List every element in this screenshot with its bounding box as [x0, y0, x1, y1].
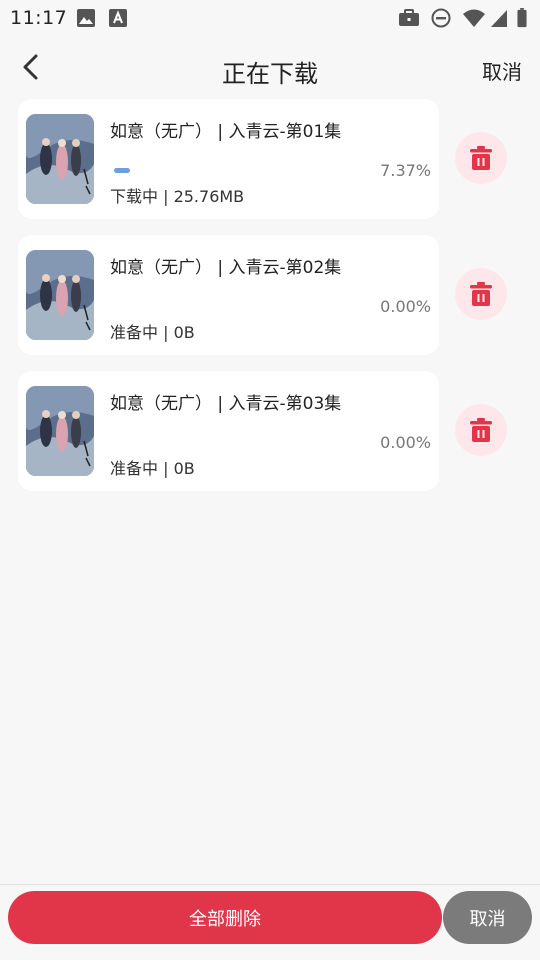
download-percent: 0.00% [380, 297, 431, 316]
trash-icon [470, 282, 492, 306]
episode-thumbnail [26, 114, 94, 204]
do-not-disturb-icon [431, 8, 451, 28]
app-header: 正在下载 取消 [0, 40, 540, 100]
battery-icon [517, 8, 527, 28]
back-button[interactable] [14, 50, 50, 86]
download-item: 如意（无广） | 入青云-第03集 0.00% 准备中 | 0B [18, 371, 518, 491]
font-icon [109, 9, 127, 27]
wifi-icon [463, 9, 485, 27]
download-status: 下载中 | 25.76MB [110, 187, 245, 206]
signal-icon [491, 10, 507, 27]
download-screen: 11:17 正在下载 取消 如意（无广） | 入青云-第01集 7.37% 下载… [0, 0, 540, 960]
delete-button[interactable] [455, 268, 507, 320]
episode-thumbnail [26, 250, 94, 340]
status-bar: 11:17 [0, 0, 540, 36]
briefcase-icon [399, 9, 419, 26]
download-card[interactable]: 如意（无广） | 入青云-第01集 7.37% 下载中 | 25.76MB [18, 99, 439, 219]
bottom-divider [0, 884, 540, 885]
download-percent: 0.00% [380, 433, 431, 452]
chevron-left-icon [23, 54, 38, 80]
bottom-cancel-button[interactable]: 取消 [443, 891, 532, 944]
episode-title: 如意（无广） | 入青云-第01集 [110, 122, 342, 142]
download-status: 准备中 | 0B [110, 459, 195, 478]
page-title: 正在下载 [222, 60, 318, 88]
delete-button[interactable] [455, 404, 507, 456]
download-status: 准备中 | 0B [110, 323, 195, 342]
download-item: 如意（无广） | 入青云-第02集 0.00% 准备中 | 0B [18, 235, 518, 355]
download-card[interactable]: 如意（无广） | 入青云-第03集 0.00% 准备中 | 0B [18, 371, 439, 491]
episode-title: 如意（无广） | 入青云-第03集 [110, 394, 342, 414]
trash-icon [470, 146, 492, 170]
download-list: 如意（无广） | 入青云-第01集 7.37% 下载中 | 25.76MB 如意… [18, 99, 518, 507]
delete-all-button[interactable]: 全部删除 [8, 891, 442, 944]
download-card[interactable]: 如意（无广） | 入青云-第02集 0.00% 准备中 | 0B [18, 235, 439, 355]
delete-button[interactable] [455, 132, 507, 184]
header-cancel-button[interactable]: 取消 [482, 56, 522, 85]
progress-bar [114, 168, 130, 173]
episode-title: 如意（无广） | 入青云-第02集 [110, 258, 342, 278]
download-item: 如意（无广） | 入青云-第01集 7.37% 下载中 | 25.76MB [18, 99, 518, 219]
episode-thumbnail [26, 386, 94, 476]
download-percent: 7.37% [380, 161, 431, 180]
status-time: 11:17 [10, 7, 68, 29]
trash-icon [470, 418, 492, 442]
image-icon [77, 9, 95, 27]
